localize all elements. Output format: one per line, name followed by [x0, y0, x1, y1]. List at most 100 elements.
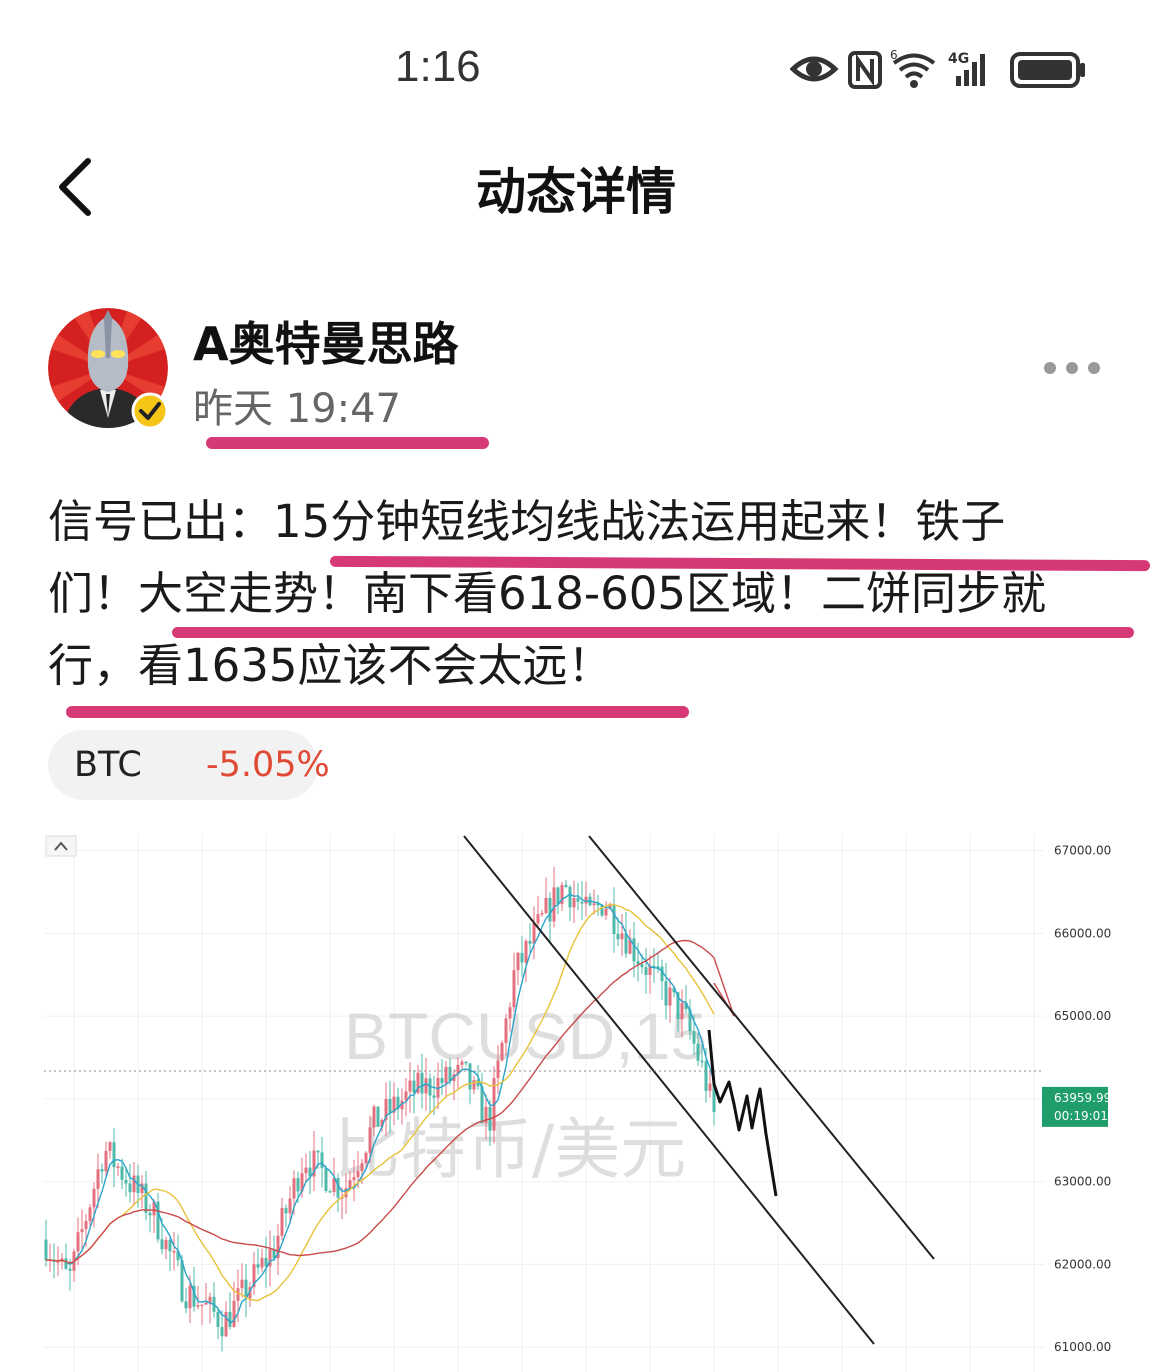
candle-body	[236, 1288, 240, 1301]
candle-body	[184, 1301, 188, 1309]
candle-body	[704, 1061, 708, 1091]
candle-body	[524, 940, 528, 963]
chevron-up-icon	[45, 835, 77, 857]
candle-body	[564, 884, 568, 887]
candle-body	[112, 1142, 116, 1168]
candle-body	[188, 1285, 192, 1309]
candle-body	[372, 1106, 376, 1128]
highlight-mark	[66, 706, 689, 718]
candle-body	[580, 901, 584, 904]
candle-body	[572, 898, 576, 908]
candle-body	[448, 1066, 452, 1081]
candle-body	[520, 952, 524, 963]
candle-body	[692, 1031, 696, 1044]
candle-body	[528, 940, 532, 944]
candle-body	[624, 933, 628, 954]
candle-body	[68, 1268, 72, 1271]
candle-body	[144, 1183, 148, 1213]
candle-body	[304, 1167, 308, 1174]
candle-body	[100, 1169, 104, 1172]
candle-body	[256, 1264, 260, 1268]
candle-body	[320, 1152, 324, 1169]
candle-body	[632, 938, 636, 962]
candle-body	[208, 1296, 212, 1303]
candle-body	[700, 1060, 704, 1063]
candle-body	[604, 908, 608, 916]
candle-body	[316, 1150, 320, 1153]
candle-body	[284, 1208, 288, 1214]
candle-body	[292, 1178, 296, 1199]
candle-body	[376, 1106, 380, 1127]
candle-body	[472, 1080, 476, 1090]
candle-body	[420, 1072, 424, 1094]
candle-body	[44, 1239, 48, 1261]
candle-body	[468, 1063, 472, 1090]
candle-body	[584, 896, 588, 904]
candle-body	[128, 1183, 132, 1193]
candle-body	[204, 1302, 208, 1305]
candle-body	[104, 1150, 108, 1172]
candle-body	[612, 905, 616, 935]
candle-body	[124, 1179, 128, 1184]
candle-body	[388, 1099, 392, 1113]
candle-body	[664, 981, 668, 1006]
candle-body	[444, 1066, 448, 1084]
candle-body	[620, 933, 624, 940]
candle-body	[240, 1279, 244, 1289]
highlight-mark	[206, 437, 489, 449]
status-time: 1:16	[395, 42, 481, 91]
post-content: 信号已出：15分钟短线均线战法运用起来！铁子 们！大空走势！南下看618-605…	[48, 486, 1118, 702]
candle-body	[508, 1007, 512, 1019]
candle-body	[464, 1061, 468, 1064]
candle-body	[360, 1163, 364, 1172]
watermark-symbol: BTCUSD,15	[344, 999, 707, 1073]
candle-body	[708, 1083, 712, 1091]
candle-body	[680, 1002, 684, 1020]
candle-body	[64, 1258, 68, 1269]
ticker-tag[interactable]: BTC -5.05%	[48, 730, 330, 800]
verified-badge-icon	[131, 392, 169, 430]
candle-body	[660, 966, 664, 982]
candle-body	[500, 1042, 504, 1061]
candle-body	[324, 1168, 328, 1192]
price-chart[interactable]: BTCUSD,15 比特币/美元 67000.00 66000.00 65000.0…	[44, 834, 1114, 1372]
current-price-label: 63959.99	[1054, 1091, 1111, 1105]
candle-body	[568, 886, 572, 908]
candle-body	[280, 1208, 284, 1236]
candle-body	[412, 1080, 416, 1093]
y-tick-label: 62000.00	[1054, 1257, 1111, 1271]
candle-body	[644, 967, 648, 976]
candle-body	[592, 903, 596, 906]
candle-body	[132, 1175, 136, 1193]
ticker-symbol: BTC	[74, 745, 142, 785]
post-content-line: 行，看1635应该不会太远！	[48, 639, 613, 692]
candle-body	[232, 1300, 236, 1327]
candle-body	[260, 1257, 264, 1268]
candle-body	[120, 1166, 124, 1180]
battery-icon	[1010, 52, 1085, 88]
candle-body	[440, 1077, 444, 1084]
candle-body	[616, 934, 620, 940]
nfc-icon	[848, 51, 882, 89]
candle-body	[296, 1178, 300, 1192]
watermark-name: 比特币/美元	[334, 1111, 686, 1188]
candle-body	[544, 897, 548, 913]
status-bar: 1:16 6 4G	[0, 0, 1152, 140]
candle-body	[424, 1078, 428, 1094]
candle-body	[552, 887, 556, 922]
candle-body	[228, 1311, 232, 1327]
more-dots-icon[interactable]	[1040, 354, 1108, 382]
candle-body	[352, 1177, 356, 1181]
candle-body	[536, 914, 540, 924]
candle-body	[92, 1188, 96, 1208]
y-tick-label: 61000.00	[1054, 1340, 1111, 1354]
candle-body	[432, 1095, 436, 1098]
candle-body	[264, 1257, 268, 1267]
author-name[interactable]: A奥特曼思路	[193, 308, 459, 374]
candle-body	[168, 1239, 172, 1252]
candle-body	[640, 964, 644, 968]
candle-body	[548, 897, 552, 922]
candle-body	[368, 1127, 372, 1153]
post-content-line: 信号已出：15分钟短线均线战法运用起来！铁子	[48, 495, 1006, 548]
candle-body	[504, 1018, 508, 1043]
